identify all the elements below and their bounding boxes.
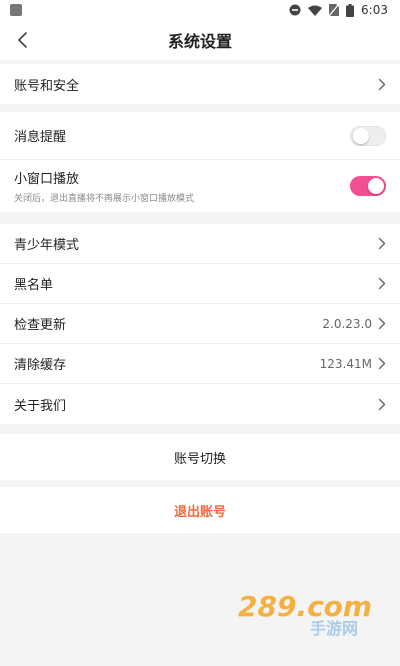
menu-item-label: 清除缓存 [14,358,67,373]
message-alert-label: 消息提醒 [14,130,67,145]
chevron-right-icon [378,277,386,290]
message-alert-item: 消息提醒 [0,112,400,160]
notification-icon [10,4,22,16]
settings-menu: 青少年模式 黑名单 检查更新 2.0.23.0 清除缓存 123.41M 关于我… [0,224,400,424]
menu-item-blacklist[interactable]: 黑名单 [0,264,400,304]
mini-window-toggle[interactable] [350,176,386,196]
menu-item-clear-cache[interactable]: 清除缓存 123.41M [0,344,400,384]
menu-item-label: 青少年模式 [14,238,80,253]
chevron-right-icon [378,398,386,410]
do-not-disturb-icon [289,4,301,16]
account-card: 账号和安全 [0,64,400,104]
page-title: 系统设置 [167,32,232,51]
menu-item-label: 检查更新 [14,318,67,333]
toggle-knob [368,178,384,194]
menu-item-youth-mode[interactable]: 青少年模式 [0,224,400,264]
toggle-knob [353,127,369,144]
chevron-right-icon [378,237,386,250]
mini-window-item: 小窗口播放 关闭后，退出直播将不再展示小窗口播放模式 [0,160,400,212]
mini-window-label: 小窗口播放 [14,172,80,187]
nav-bar: 系统设置 [0,20,400,60]
menu-item-about-us[interactable]: 关于我们 [0,384,400,424]
mini-window-description: 关闭后，退出直播将不再展示小窗口播放模式 [14,194,195,204]
status-time: 6:03 [361,3,388,17]
message-alert-toggle[interactable] [350,125,386,146]
chevron-right-icon [378,78,386,90]
menu-item-label: 关于我们 [14,398,67,414]
wifi-icon [308,5,323,16]
status-bar: 6:03 [0,0,400,20]
account-security-item[interactable]: 账号和安全 [0,64,400,104]
account-security-label: 账号和安全 [14,78,80,94]
switch-account-card: 账号切换 [0,434,400,480]
battery-icon [346,3,355,17]
watermark-logo: 289.com 手游网 [238,590,372,636]
back-arrow-icon[interactable] [14,29,34,51]
menu-item-check-update[interactable]: 检查更新 2.0.23.0 [0,304,400,344]
chevron-right-icon [378,317,386,330]
chevron-right-icon [378,357,386,370]
cache-size: 123.41M [319,356,372,371]
no-sim-icon [329,4,340,16]
notification-card: 消息提醒 小窗口播放 关闭后，退出直播将不再展示小窗口播放模式 [0,112,400,212]
app-version: 2.0.23.0 [322,316,372,331]
logout-button[interactable]: 退出账号 [0,487,400,533]
watermark-text-bottom: 手游网 [310,619,358,636]
switch-account-button[interactable]: 账号切换 [0,434,400,480]
logout-card: 退出账号 [0,487,400,533]
menu-item-label: 黑名单 [14,278,54,293]
